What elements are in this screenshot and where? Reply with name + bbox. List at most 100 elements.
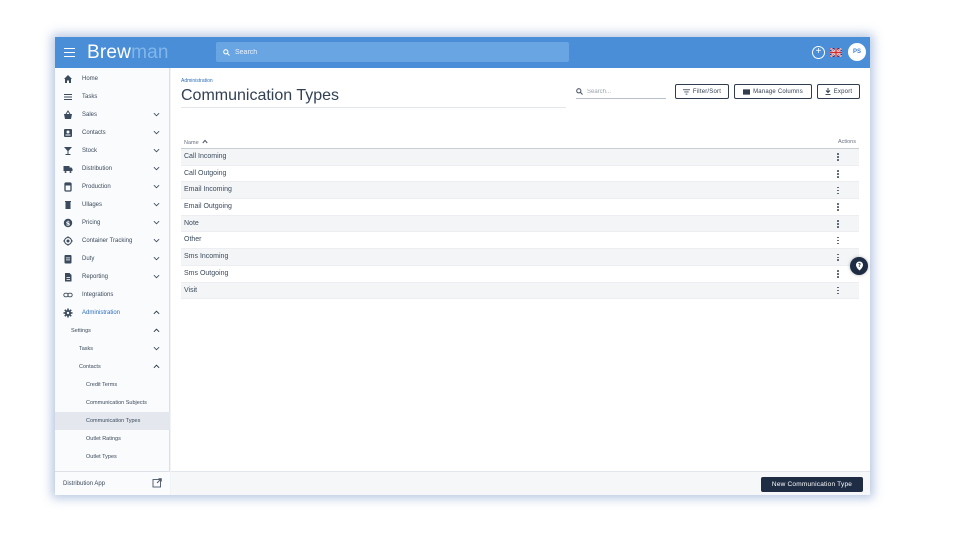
chevron-down-icon xyxy=(153,130,160,135)
sidebar-item-integrations[interactable]: Integrations xyxy=(55,286,170,304)
table-row[interactable]: Call Outgoing xyxy=(181,166,859,183)
chevron-down-icon xyxy=(153,166,160,171)
divider xyxy=(181,107,566,108)
manage-columns-button[interactable]: Manage Columns xyxy=(734,84,812,99)
more-options-icon[interactable] xyxy=(835,235,841,246)
sidebar-item-administration[interactable]: Administration xyxy=(55,304,170,322)
sidebar-footer: Distribution App xyxy=(55,471,170,495)
target-icon xyxy=(63,236,73,246)
chevron-down-icon xyxy=(153,346,160,351)
search-icon xyxy=(576,88,583,95)
filter-sort-button[interactable]: Filter/Sort xyxy=(675,84,729,99)
sidebar-item-credit-terms[interactable]: Credit Terms xyxy=(55,376,170,394)
top-bar: Brewman + PS xyxy=(55,37,870,68)
dollar-icon: $ xyxy=(63,218,73,227)
search-icon xyxy=(223,48,230,56)
chevron-down-icon xyxy=(153,202,160,207)
chevron-down-icon xyxy=(153,274,160,279)
breadcrumb[interactable]: Administration xyxy=(181,78,213,84)
global-search[interactable] xyxy=(216,42,569,62)
sidebar-item-communication-types[interactable]: Communication Types xyxy=(55,412,170,430)
table-row[interactable]: Note xyxy=(181,215,859,233)
sidebar-item-outlet-ratings[interactable]: Outlet Ratings xyxy=(55,430,170,448)
more-options-icon[interactable] xyxy=(835,185,841,196)
sidebar-item-outlet-types[interactable]: Outlet Types xyxy=(55,448,170,466)
sidebar-item-container-tracking[interactable]: Container Tracking xyxy=(55,232,170,250)
table-row[interactable]: Sms Incoming xyxy=(181,249,859,266)
chevron-up-icon xyxy=(153,328,160,333)
sidebar-item-reporting[interactable]: Reporting xyxy=(55,268,170,286)
action-footer: New Communication Type xyxy=(171,471,870,495)
chevron-down-icon xyxy=(153,220,160,225)
chevron-down-icon xyxy=(153,256,160,261)
basket-icon xyxy=(64,110,72,119)
table-row[interactable]: Other xyxy=(181,232,859,250)
chevron-down-icon xyxy=(153,238,160,243)
sort-asc-icon xyxy=(202,139,208,144)
link-icon xyxy=(63,292,73,298)
sidebar-item-stock[interactable]: Stock xyxy=(55,142,170,160)
column-header-name[interactable]: Name xyxy=(184,139,208,146)
sidebar-item-contacts[interactable]: Contacts xyxy=(55,124,170,142)
table-row[interactable]: Call Incoming xyxy=(181,149,859,166)
sidebar-item-communication-subjects[interactable]: Communication Subjects xyxy=(55,394,170,412)
sidebar-item-home[interactable]: Home xyxy=(55,70,170,88)
table-row[interactable]: Email Incoming xyxy=(181,182,859,200)
sidebar-item-distribution[interactable]: Distribution xyxy=(55,160,170,178)
sidebar-item-pricing[interactable]: $ Pricing xyxy=(55,214,170,232)
more-options-icon[interactable] xyxy=(835,252,841,263)
brand-logo[interactable]: Brewman xyxy=(87,42,169,64)
more-options-icon[interactable] xyxy=(835,286,841,297)
table-row[interactable]: Email Outgoing xyxy=(181,199,859,216)
more-options-icon[interactable] xyxy=(835,152,841,163)
global-search-input[interactable] xyxy=(235,48,535,56)
user-avatar[interactable]: PS xyxy=(848,43,866,61)
more-options-icon[interactable] xyxy=(835,219,841,230)
uk-flag-icon[interactable] xyxy=(830,48,842,57)
download-icon xyxy=(825,88,831,95)
app-window: Brewman + PS Home Tasks xyxy=(55,37,870,495)
sidebar-item-settings-contacts[interactable]: Contacts xyxy=(55,358,170,376)
tank-icon xyxy=(64,182,72,192)
sidebar-item-settings[interactable]: Settings xyxy=(55,322,170,340)
goblet-icon xyxy=(64,147,72,155)
chevron-up-icon xyxy=(153,310,160,315)
chevron-up-icon xyxy=(153,364,160,369)
more-options-icon[interactable] xyxy=(835,169,841,180)
svg-text:?: ? xyxy=(858,263,861,269)
chevron-down-icon xyxy=(153,112,160,117)
sidebar-item-tasks[interactable]: Tasks xyxy=(55,88,170,106)
new-communication-type-button[interactable]: New Communication Type xyxy=(761,477,863,492)
add-icon[interactable]: + xyxy=(812,46,825,59)
chevron-down-icon xyxy=(153,184,160,189)
table-search-input[interactable] xyxy=(587,88,662,95)
table-row[interactable]: Sms Outgoing xyxy=(181,266,859,283)
sidebar-item-duty[interactable]: Duty xyxy=(55,250,170,268)
list-icon xyxy=(64,94,72,100)
sidebar-item-production[interactable]: Production xyxy=(55,178,170,196)
table-search[interactable] xyxy=(576,85,666,99)
sidebar-item-sales[interactable]: Sales xyxy=(55,106,170,124)
menu-icon[interactable] xyxy=(64,45,75,59)
report-icon xyxy=(65,273,72,282)
help-button[interactable]: ? xyxy=(850,257,868,275)
external-link-icon[interactable] xyxy=(152,478,162,488)
filter-icon xyxy=(682,88,690,95)
table-body: Call Incoming Call Outgoing Email Incomi… xyxy=(181,149,859,300)
table-row[interactable]: Visit xyxy=(181,282,859,300)
sidebar-item-settings-tasks[interactable]: Tasks xyxy=(55,340,170,358)
columns-icon xyxy=(743,88,751,95)
distribution-app-link[interactable]: Distribution App xyxy=(63,481,105,487)
sidebar: Home Tasks Sales Contacts Stock Distribu… xyxy=(55,68,170,495)
truck-icon xyxy=(63,166,73,173)
contact-card-icon xyxy=(64,129,72,137)
column-header-actions: Actions xyxy=(837,139,856,145)
clipboard-icon xyxy=(64,255,72,264)
table-header: Name Actions xyxy=(181,135,859,149)
sidebar-item-ullages[interactable]: Ullages xyxy=(55,196,170,214)
gear-icon xyxy=(63,308,73,318)
more-options-icon[interactable] xyxy=(835,269,841,280)
export-button[interactable]: Export xyxy=(817,84,860,99)
communication-types-table: Name Actions Call Incoming Call Outgoing… xyxy=(181,135,859,300)
more-options-icon[interactable] xyxy=(835,202,841,213)
